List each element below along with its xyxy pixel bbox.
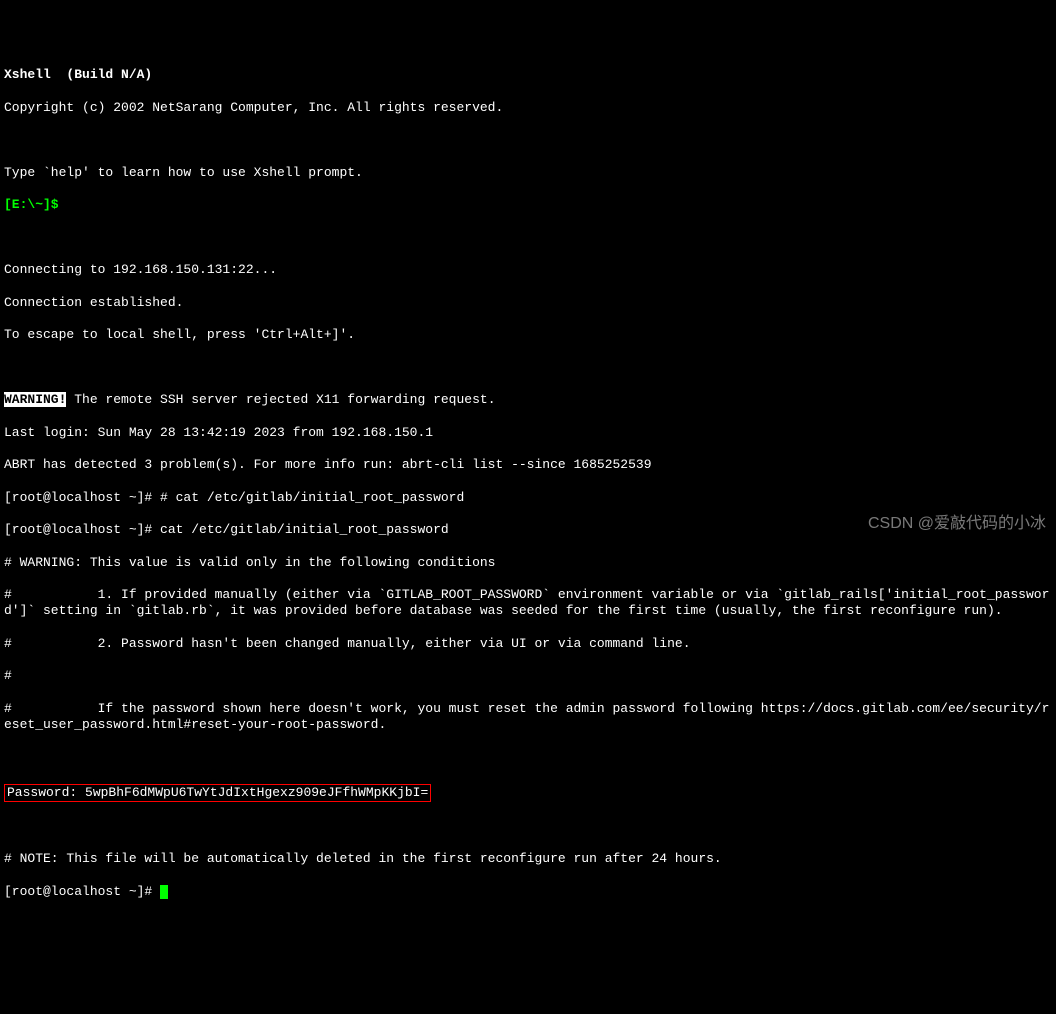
file-warning-text: # WARNING: This value is valid only in t… xyxy=(4,555,1052,571)
file-hash-line: # xyxy=(4,668,1052,684)
command-text: # cat /etc/gitlab/initial_root_password xyxy=(160,490,464,505)
cursor-icon[interactable] xyxy=(160,885,168,899)
blank-line xyxy=(4,132,1052,148)
blank-line xyxy=(4,230,1052,246)
connecting-text: Connecting to 192.168.150.131:22... xyxy=(4,262,1052,278)
abrt-text: ABRT has detected 3 problem(s). For more… xyxy=(4,457,1052,473)
blank-line xyxy=(4,750,1052,766)
help-hint: Type `help' to learn how to use Xshell p… xyxy=(4,165,1052,181)
blank-line xyxy=(4,819,1052,835)
escape-hint: To escape to local shell, press 'Ctrl+Al… xyxy=(4,327,1052,343)
shell-prompt[interactable]: [root@localhost ~]# xyxy=(4,522,160,537)
app-title: Xshell (Build N/A) xyxy=(4,67,1052,83)
command-text: cat /etc/gitlab/initial_root_password xyxy=(160,522,449,537)
blank-line xyxy=(4,360,1052,376)
local-prompt[interactable]: [E:\~]$ xyxy=(4,197,66,212)
file-note: # NOTE: This file will be automatically … xyxy=(4,851,1052,867)
shell-prompt[interactable]: [root@localhost ~]# xyxy=(4,490,160,505)
shell-prompt[interactable]: [root@localhost ~]# xyxy=(4,884,160,899)
copyright-text: Copyright (c) 2002 NetSarang Computer, I… xyxy=(4,100,1052,116)
connection-established-text: Connection established. xyxy=(4,295,1052,311)
warning-label: WARNING! xyxy=(4,392,66,407)
warning-text: The remote SSH server rejected X11 forwa… xyxy=(66,392,495,407)
file-reset-note: # If the password shown here doesn't wor… xyxy=(4,701,1052,734)
password-highlight-box: Password: 5wpBhF6dMWpU6TwYtJdIxtHgexz909… xyxy=(4,784,431,802)
file-condition-1: # 1. If provided manually (either via `G… xyxy=(4,587,1052,620)
last-login-text: Last login: Sun May 28 13:42:19 2023 fro… xyxy=(4,425,1052,441)
file-condition-2: # 2. Password hasn't been changed manual… xyxy=(4,636,1052,652)
